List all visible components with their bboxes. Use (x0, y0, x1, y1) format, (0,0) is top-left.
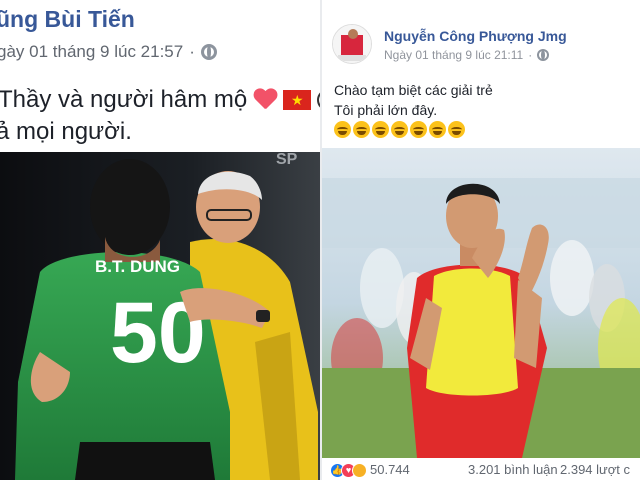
post-text-line-1: Thầy và người hâm mộ ★ (0, 86, 320, 114)
grinning-face-icon (353, 121, 370, 138)
grinning-face-icon (410, 121, 427, 138)
globe-icon (200, 44, 217, 60)
grinning-face-icon (429, 121, 446, 138)
grinning-face-icon (448, 121, 465, 138)
grinning-face-icon (334, 121, 351, 138)
post-meta: Ngày 01 tháng 9 lúc 21:11 · (384, 48, 550, 62)
grinning-face-icon (391, 121, 408, 138)
vietnam-flag-icon: ★ (283, 90, 312, 110)
post-author-name[interactable]: Nguyễn Công Phượng Jmg (384, 28, 567, 44)
player-applause-photo (322, 148, 640, 458)
post-photo[interactable] (322, 148, 640, 458)
reaction-count[interactable]: 50.744 (370, 462, 410, 477)
reaction-bar: 👍 ♥ 50.744 3.201 bình luận 2.394 lượt c (322, 458, 640, 480)
emoji-row (334, 121, 465, 138)
post-meta: gày 01 tháng 9 lúc 21:57 · (0, 42, 217, 62)
post-text-line-1: Chào tạm biệt các giải trẻ (334, 82, 493, 98)
post-author-name[interactable]: ũng Bùi Tiến (0, 6, 135, 33)
post-timestamp[interactable]: Ngày 01 tháng 9 lúc 21:11 (384, 48, 523, 62)
jersey-name: B.T. DUNG (95, 257, 180, 276)
post-text-line-2: ả mọi người. (0, 118, 132, 145)
watermark-text: SP (276, 152, 298, 168)
globe-icon (537, 49, 550, 61)
left-post: ũng Bùi Tiến gày 01 tháng 9 lúc 21:57 · … (0, 0, 320, 480)
post-text-line-2: Tôi phải lớn đây. (334, 102, 438, 118)
post-timestamp[interactable]: gày 01 tháng 9 lúc 21:57 (0, 42, 183, 62)
author-avatar[interactable] (332, 24, 372, 64)
comment-count[interactable]: 3.201 bình luận (468, 462, 558, 477)
right-post: Nguyễn Công Phượng Jmg Ngày 01 tháng 9 l… (320, 0, 640, 480)
reaction-icons[interactable]: 👍 ♥ (330, 463, 367, 478)
share-count[interactable]: 2.394 lượt c (560, 462, 630, 477)
haha-icon (352, 463, 367, 478)
grinning-face-icon (372, 121, 389, 138)
coach-hug-photo: SP B.T. DUNG 50 (0, 152, 320, 480)
heart-icon (253, 89, 277, 111)
post-photo[interactable]: SP B.T. DUNG 50 (0, 152, 320, 480)
